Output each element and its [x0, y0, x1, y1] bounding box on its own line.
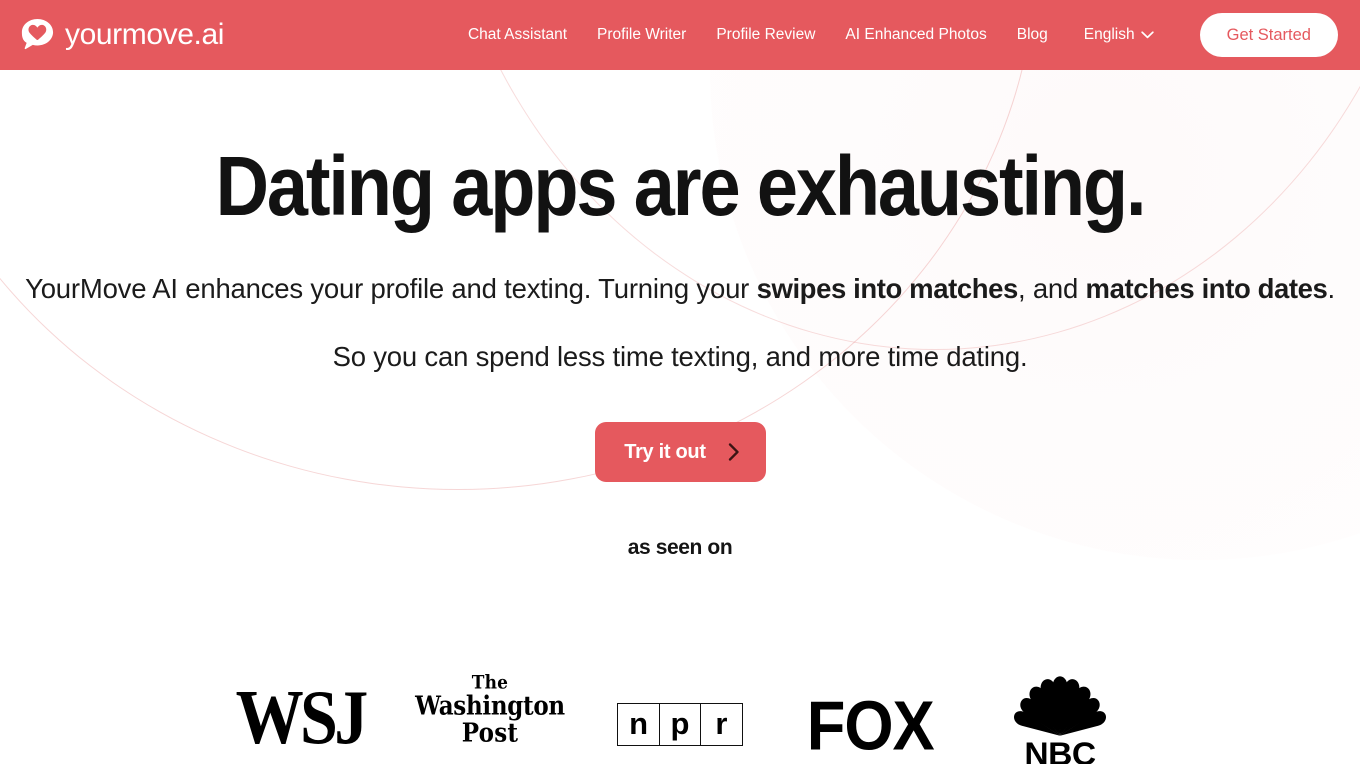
- hero-subtitle-part1: YourMove AI enhances your profile and te…: [25, 273, 757, 305]
- page-title: Dating apps are exhausting.: [215, 139, 1147, 233]
- site-header: yourmove.ai Chat Assistant Profile Write…: [0, 0, 1360, 70]
- npr-letter-r: r: [699, 703, 743, 746]
- chevron-right-icon: [728, 443, 739, 461]
- nbc-peacock-icon: [1013, 676, 1107, 736]
- hero-section: Dating apps are exhausting. YourMove AI …: [0, 142, 1360, 560]
- press-logo-strip: WSJ The Washington Post n p r FOX NBC: [0, 668, 1360, 764]
- brand-logo[interactable]: yourmove.ai: [18, 16, 224, 54]
- language-selector[interactable]: English: [1084, 26, 1154, 44]
- nav-item-profile-writer[interactable]: Profile Writer: [597, 27, 686, 43]
- nav-item-ai-enhanced-photos[interactable]: AI Enhanced Photos: [845, 27, 986, 43]
- nav-item-profile-review[interactable]: Profile Review: [716, 27, 815, 43]
- get-started-button[interactable]: Get Started: [1199, 13, 1338, 57]
- brand-name: yourmove.ai: [65, 18, 225, 51]
- press-logo-npr: n p r: [585, 668, 775, 746]
- hero-tagline: So you can spend less time texting, and …: [332, 341, 1028, 373]
- fox-logo-text: FOX: [806, 687, 935, 764]
- hero-cta-wrapper: Try it out: [0, 421, 1360, 482]
- press-logo-washington-post: The Washington Post: [395, 668, 585, 746]
- landing-page: yourmove.ai Chat Assistant Profile Write…: [0, 0, 1360, 764]
- nav-item-chat-assistant[interactable]: Chat Assistant: [468, 27, 567, 43]
- nbc-logo: NBC: [1012, 675, 1108, 764]
- hero-subtitle: YourMove AI enhances your profile and te…: [0, 270, 1360, 308]
- npr-letter-p: p: [658, 703, 702, 746]
- hero-subtitle-part3: .: [1327, 273, 1335, 305]
- nav-item-blog[interactable]: Blog: [1017, 27, 1048, 43]
- hero-subtitle-bold2: matches into dates: [1085, 273, 1328, 305]
- wapo-line-3: Post: [461, 717, 519, 748]
- try-it-out-label: Try it out: [624, 440, 706, 463]
- language-selector-label: English: [1083, 26, 1135, 43]
- chevron-down-icon: [1140, 31, 1154, 39]
- npr-letter-n: n: [617, 703, 661, 746]
- wapo-line-2: Washington: [415, 691, 565, 722]
- npr-letter-p-glyph: p: [670, 706, 690, 741]
- press-logo-nbc: NBC: [965, 668, 1155, 764]
- npr-letter-r-glyph: r: [715, 706, 728, 741]
- as-seen-on-heading: as seen on: [627, 535, 733, 559]
- main-nav: Chat Assistant Profile Writer Profile Re…: [468, 26, 1154, 44]
- npr-letter-n-glyph: n: [629, 706, 649, 741]
- press-logo-fox: FOX: [775, 668, 965, 764]
- try-it-out-button[interactable]: Try it out: [594, 421, 766, 482]
- hero-subtitle-bold1: swipes into matches: [756, 273, 1019, 305]
- press-logo-wsj: WSJ: [205, 668, 395, 762]
- hero-subtitle-part2: , and: [1017, 273, 1086, 305]
- npr-logo-text: n p r: [617, 703, 743, 746]
- speech-bubble-heart-icon: [21, 19, 54, 50]
- nbc-logo-text: NBC: [1024, 736, 1096, 764]
- wsj-logo-text: WSJ: [235, 674, 369, 762]
- washington-post-logo-text: The Washington Post: [415, 673, 565, 748]
